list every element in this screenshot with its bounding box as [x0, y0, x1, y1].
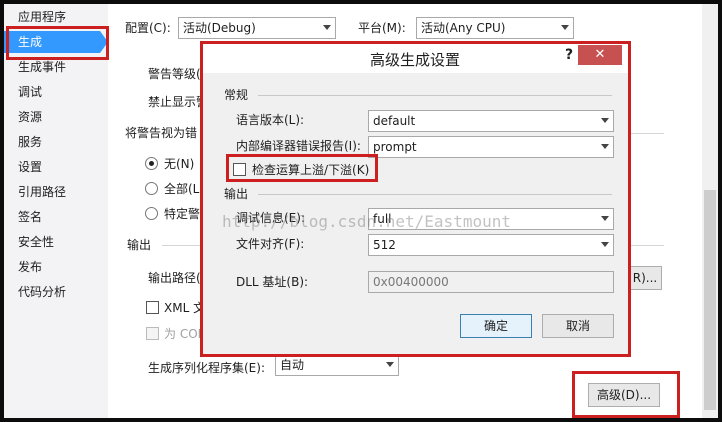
sidebar-item-services[interactable]: 服务	[4, 131, 108, 153]
sidebar-item-resources[interactable]: 资源	[4, 106, 108, 128]
xml-doc-label: XML 文	[164, 301, 206, 315]
output-section-header: 输出	[127, 238, 152, 252]
sidebar: 应用程序 生成 生成事件 调试 资源 服务 设置 引用路径 签名 安全性 发布 …	[4, 4, 108, 418]
com-interop-checkbox[interactable]	[146, 327, 159, 340]
chevron-down-icon	[323, 25, 331, 30]
suppress-warnings-label: 禁止显示警	[148, 95, 209, 109]
watermark-text: http://blog.csdn.net/Eastmount	[222, 212, 511, 231]
config-select[interactable]: 活动(Debug)	[178, 17, 336, 39]
xml-doc-checkbox[interactable]	[146, 301, 159, 314]
sidebar-item-signing[interactable]: 签名	[4, 206, 108, 228]
highlight-advanced-button	[572, 371, 680, 418]
platform-select[interactable]: 活动(Any CPU)	[416, 17, 574, 39]
sidebar-item-application[interactable]: 应用程序	[4, 6, 108, 28]
chevron-down-icon	[386, 362, 394, 367]
browse-button[interactable]: R)...	[628, 266, 662, 290]
serialization-value: 自动	[280, 358, 305, 372]
config-value: 活动(Debug)	[183, 21, 256, 35]
chevron-down-icon	[561, 25, 569, 30]
scrollbar-thumb[interactable]	[704, 190, 716, 410]
sidebar-item-code-analysis[interactable]: 代码分析	[4, 281, 108, 303]
sidebar-item-publish[interactable]: 发布	[4, 256, 108, 278]
serialization-label: 生成序列化程序集(E):	[148, 361, 265, 375]
radio-all-label: 全部(L)	[164, 182, 205, 196]
platform-value: 活动(Any CPU)	[421, 21, 506, 35]
section-separator	[162, 245, 202, 246]
warning-level-label: 警告等级(	[148, 67, 201, 81]
radio-none-label: 无(N)	[164, 157, 195, 171]
radio-all[interactable]	[145, 182, 158, 195]
config-label: 配置(C):	[125, 21, 171, 35]
serialization-select[interactable]: 自动	[275, 354, 399, 376]
radio-specific[interactable]	[145, 207, 158, 220]
radio-none[interactable]	[145, 157, 158, 170]
highlight-dialog	[200, 41, 631, 357]
section-separator	[628, 133, 664, 134]
sidebar-item-debug[interactable]: 调试	[4, 81, 108, 103]
platform-label: 平台(M):	[358, 21, 406, 35]
project-properties-window: 应用程序 生成 生成事件 调试 资源 服务 设置 引用路径 签名 安全性 发布 …	[4, 4, 718, 418]
sidebar-item-settings[interactable]: 设置	[4, 156, 108, 178]
treat-warnings-label: 将警告视为错	[125, 126, 198, 140]
section-separator	[628, 245, 664, 246]
sidebar-item-security[interactable]: 安全性	[4, 231, 108, 253]
radio-specific-label: 特定警	[164, 207, 201, 221]
highlight-build-tab	[6, 26, 109, 60]
output-path-label: 输出路径(	[148, 271, 201, 285]
sidebar-item-reference-paths[interactable]: 引用路径	[4, 181, 108, 203]
